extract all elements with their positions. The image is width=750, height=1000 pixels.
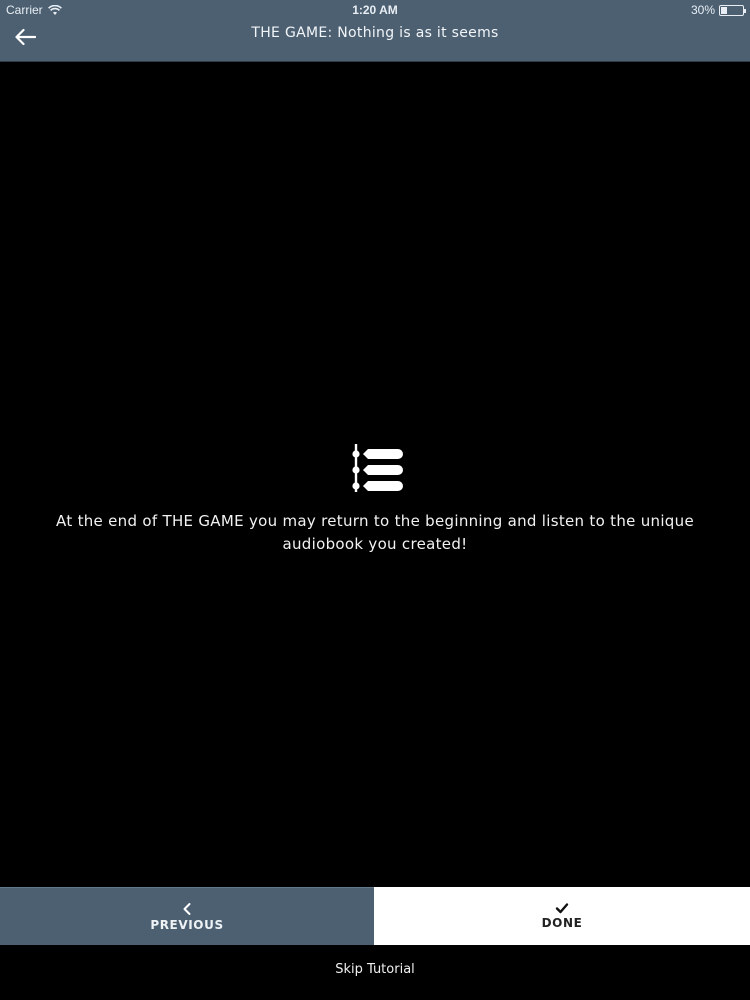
skip-tutorial-link[interactable]: Skip Tutorial — [0, 962, 750, 977]
status-right: 30% — [690, 3, 746, 17]
status-bar: Carrier 1:20 AM 30% — [0, 0, 750, 20]
previous-label: PREVIOUS — [150, 917, 224, 932]
footer-buttons: PREVIOUS DONE — [0, 887, 750, 945]
top-header: Carrier 1:20 AM 30% THE GAME: Nothing is… — [0, 0, 750, 62]
battery-fill — [721, 6, 728, 14]
done-label: DONE — [541, 916, 583, 930]
tutorial-content: At the end of THE GAME you may return to… — [0, 440, 750, 556]
previous-button[interactable]: PREVIOUS — [0, 887, 374, 945]
page-title: THE GAME: Nothing is as it seems — [251, 25, 499, 41]
list-timeline-icon — [352, 444, 403, 492]
battery-percent: 30% — [690, 3, 715, 17]
chevron-left-icon — [183, 902, 191, 915]
nav-bar: THE GAME: Nothing is as it seems — [0, 20, 750, 62]
status-time: 1:20 AM — [352, 3, 398, 17]
tutorial-message: At the end of THE GAME you may return to… — [56, 512, 694, 553]
checkmark-icon — [555, 903, 569, 914]
done-button[interactable]: DONE — [374, 887, 750, 945]
battery-icon — [719, 4, 746, 16]
